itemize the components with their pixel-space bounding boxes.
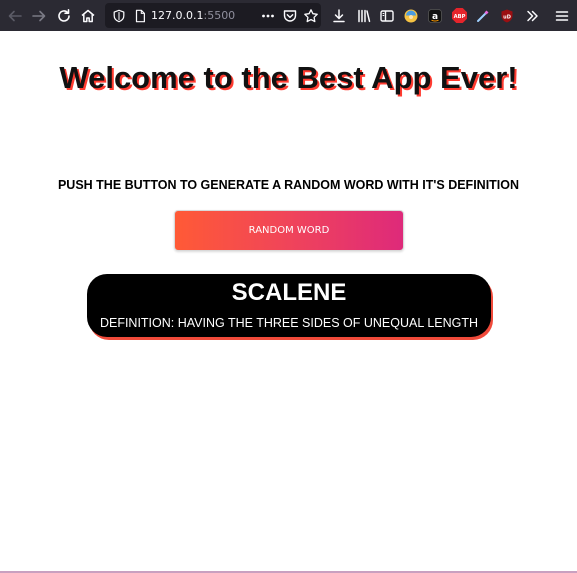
reload-icon[interactable]	[53, 5, 75, 26]
ublock-origin-label: uD	[503, 14, 511, 20]
word-card: SCALENE DEFINITION: HAVING THE THREE SID…	[87, 274, 491, 337]
browser-toolbar: 127.0.0.1:5500 a ABP uD	[0, 0, 577, 31]
pocket-icon[interactable]	[279, 5, 301, 26]
back-arrow-icon[interactable]	[4, 5, 26, 26]
amazon-extension-icon[interactable]: a	[424, 5, 446, 26]
hamburger-menu-icon[interactable]	[551, 5, 573, 26]
forward-arrow-icon[interactable]	[28, 5, 50, 26]
sidebar-icon[interactable]	[376, 5, 398, 26]
word-definition: DEFINITION: HAVING THE THREE SIDES OF UN…	[99, 316, 479, 330]
page-title: Welcome to the Best App Ever!	[59, 60, 518, 95]
home-icon[interactable]	[77, 5, 99, 26]
random-word-button[interactable]: RANDOM WORD	[174, 210, 404, 251]
overflow-chevron-icon[interactable]	[521, 5, 543, 26]
eyedropper-icon[interactable]	[472, 5, 494, 26]
url-text[interactable]: 127.0.0.1:5500	[151, 9, 235, 22]
url-port: :5500	[203, 9, 236, 22]
bookmark-star-icon[interactable]	[300, 5, 322, 26]
url-host: 127.0.0.1	[151, 9, 204, 22]
more-actions-icon[interactable]	[257, 5, 279, 26]
tracking-shield-icon[interactable]	[108, 5, 130, 26]
adblock-plus-icon[interactable]: ABP	[448, 5, 470, 26]
profile-avatar-icon[interactable]	[400, 5, 422, 26]
word-title: SCALENE	[231, 279, 347, 306]
library-icon[interactable]	[353, 5, 375, 26]
ublock-origin-icon[interactable]: uD	[496, 5, 518, 26]
downloads-icon[interactable]	[328, 5, 350, 26]
instruction-text: PUSH THE BUTTON TO GENERATE A RANDOM WOR…	[57, 178, 520, 192]
adblock-plus-label: ABP	[453, 14, 465, 20]
page-icon	[129, 5, 151, 26]
